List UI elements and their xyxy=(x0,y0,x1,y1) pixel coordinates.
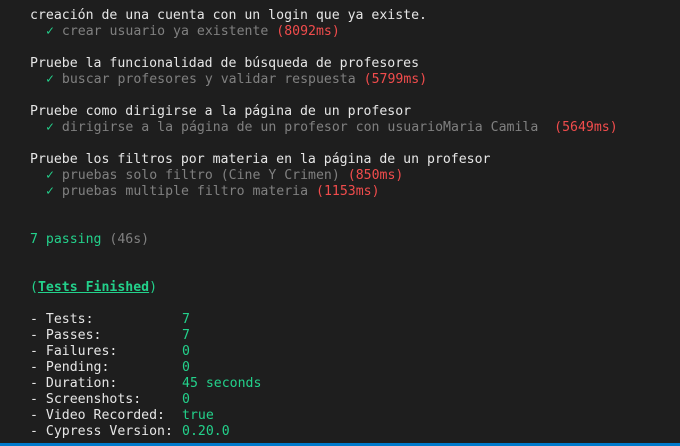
stat-label: - Video Recorded: xyxy=(30,408,165,423)
test-name: pruebas multiple filtro materia xyxy=(61,184,309,199)
stat-row-pending: - Pending: 0 xyxy=(30,360,680,376)
passing-summary: 7 passing (46s) xyxy=(30,232,680,248)
open-paren: ( xyxy=(30,280,38,295)
test-name: dirigirse a la página de un profesor con… xyxy=(61,120,547,135)
stat-value: 0 xyxy=(182,360,190,375)
stat-row-tests: - Tests: 7 xyxy=(30,312,680,328)
stat-row-video: - Video Recorded: true xyxy=(30,408,680,424)
test-result-line: ✓ crear usuario ya existente (8092ms) xyxy=(30,24,680,40)
test-name: buscar profesores y validar respuesta xyxy=(61,72,356,87)
test-name: pruebas solo filtro (Cine Y Crimen) xyxy=(61,168,340,183)
stat-label: - Screenshots: xyxy=(30,392,142,407)
test-result-line: ✓ dirigirse a la página de un profesor c… xyxy=(30,120,680,136)
stat-row-failures: - Failures: 0 xyxy=(30,344,680,360)
stat-value: 0 xyxy=(182,392,190,407)
test-name: crear usuario ya existente xyxy=(61,24,269,39)
test-duration: (5799ms) xyxy=(363,72,428,87)
suite-title: Pruebe como dirigirse a la página de un … xyxy=(30,104,412,119)
stat-value: 0.20.0 xyxy=(182,424,230,439)
tests-finished-label: Tests Finished xyxy=(37,280,150,295)
stat-row-screenshots: - Screenshots: 0 xyxy=(30,392,680,408)
check-icon: ✓ xyxy=(46,168,54,183)
test-result-line: ✓ pruebas multiple filtro materia (1153m… xyxy=(30,184,680,200)
stat-value: 45 seconds xyxy=(182,376,262,391)
suite-title: Pruebe la funcionalidad de búsqueda de p… xyxy=(30,56,420,71)
test-duration: (8092ms) xyxy=(276,24,340,39)
test-duration: (850ms) xyxy=(347,168,404,183)
stat-row-passes: - Passes: 7 xyxy=(30,328,680,344)
close-paren: ) xyxy=(149,280,158,295)
stat-row-duration: - Duration: 45 seconds xyxy=(30,376,680,392)
passing-count: 7 passing xyxy=(30,232,102,247)
check-icon: ✓ xyxy=(46,24,54,39)
check-icon: ✓ xyxy=(46,72,54,87)
test-result-line: ✓ buscar profesores y validar respuesta … xyxy=(30,72,680,88)
tests-finished-heading: (Tests Finished) xyxy=(30,280,680,296)
check-icon: ✓ xyxy=(46,120,54,135)
stat-label: - Cypress Version: xyxy=(30,424,173,439)
terminal-output[interactable]: creación de una cuenta con un login que … xyxy=(0,0,680,446)
stat-label: - Duration: xyxy=(30,376,118,391)
suite-title: creación de una cuenta con un login que … xyxy=(30,8,427,23)
stat-label: - Failures: xyxy=(30,344,118,359)
stat-value: 7 xyxy=(182,312,190,327)
stat-row-cypress-version: - Cypress Version: 0.20.0 xyxy=(30,424,680,440)
check-icon: ✓ xyxy=(46,184,54,199)
suite-title: Pruebe los filtros por materia en la pág… xyxy=(30,152,491,167)
test-duration: (1153ms) xyxy=(316,184,380,199)
stat-value: true xyxy=(182,408,214,423)
stat-label: - Pending: xyxy=(30,360,110,375)
test-duration: (5649ms) xyxy=(554,120,618,135)
stat-label: - Passes: xyxy=(30,328,102,343)
stat-label: - Tests: xyxy=(30,312,94,327)
passing-time: (46s) xyxy=(109,232,150,247)
stat-value: 7 xyxy=(182,328,190,343)
stat-value: 0 xyxy=(182,344,190,359)
test-result-line: ✓ pruebas solo filtro (Cine Y Crimen) (8… xyxy=(30,168,680,184)
